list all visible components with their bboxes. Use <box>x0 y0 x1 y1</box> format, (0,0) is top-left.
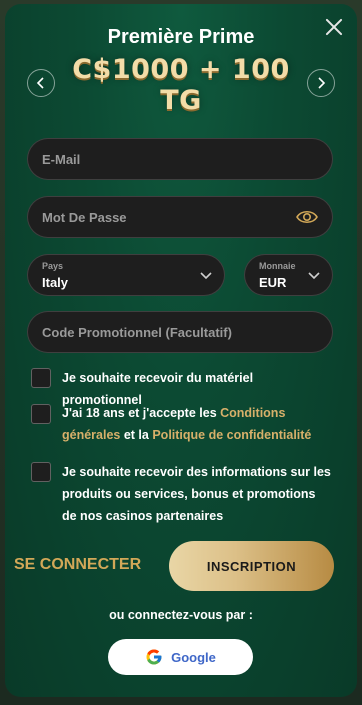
terms-label: J'ai 18 ans et j'accepte les Conditions … <box>62 402 332 446</box>
chevron-down-icon <box>308 272 320 280</box>
login-button[interactable]: SE CONNECTER <box>14 556 141 574</box>
next-bonus-button[interactable] <box>307 69 335 97</box>
chevron-right-icon <box>318 77 326 89</box>
chevron-left-icon <box>36 77 44 89</box>
social-login-prompt: ou connectez-vous par : <box>109 608 253 622</box>
email-field[interactable]: E-Mail <box>27 138 333 180</box>
signup-button[interactable]: INSCRIPTION <box>169 541 334 591</box>
terms-checkbox[interactable] <box>31 404 51 424</box>
age-middle-text: et la <box>120 428 153 442</box>
promo-code-placeholder: Code Promotionnel (Facultatif) <box>42 325 232 340</box>
eye-icon[interactable] <box>296 208 318 226</box>
bonus-amount: C$1000 + 100 TG <box>72 54 290 116</box>
prev-bonus-button[interactable] <box>27 69 55 97</box>
age-prefix-text: J'ai 18 ans et j'accepte les <box>62 406 221 420</box>
registration-modal: Première Prime C$1000 + 100 TG E-Mail Mo… <box>5 4 357 697</box>
country-value: Italy <box>42 275 69 290</box>
password-placeholder: Mot De Passe <box>42 210 127 225</box>
google-login-button[interactable]: Google <box>108 639 253 675</box>
privacy-link[interactable]: Politique de confidentialité <box>152 428 311 442</box>
password-field[interactable]: Mot De Passe <box>27 196 333 238</box>
currency-select[interactable]: Monnaie EUR <box>244 254 333 296</box>
country-select[interactable]: Pays Italy <box>27 254 225 296</box>
country-label: Pays <box>42 261 64 271</box>
email-placeholder: E-Mail <box>42 152 81 167</box>
google-label: Google <box>171 649 216 665</box>
currency-label: Monnaie <box>259 261 296 271</box>
chevron-down-icon <box>200 272 212 280</box>
promo-materials-checkbox[interactable] <box>31 368 51 388</box>
promo-code-field[interactable]: Code Promotionnel (Facultatif) <box>27 311 333 353</box>
currency-value: EUR <box>259 275 287 290</box>
google-icon <box>146 649 162 665</box>
page-title: Première Prime <box>107 26 255 48</box>
partners-label: Je souhaite recevoir des informations su… <box>62 465 331 523</box>
signup-label: INSCRIPTION <box>206 558 297 574</box>
partners-checkbox[interactable] <box>31 462 51 482</box>
